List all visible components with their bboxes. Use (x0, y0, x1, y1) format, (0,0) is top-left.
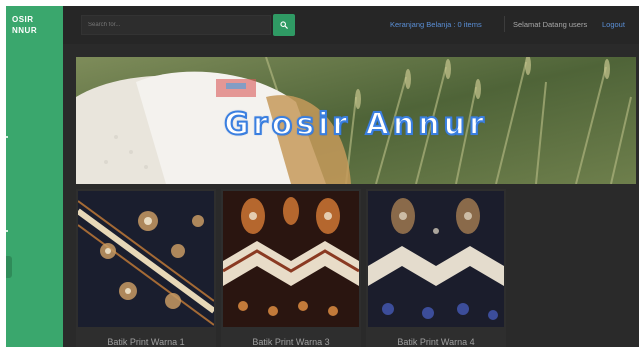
search-input[interactable] (81, 15, 271, 35)
navbar-divider (504, 16, 505, 32)
product-image[interactable] (78, 191, 214, 327)
search-button[interactable] (273, 14, 295, 36)
product-name[interactable]: Batik Print Warna 1 (76, 337, 216, 347)
product-image[interactable] (223, 191, 359, 327)
product-name[interactable]: Batik Print Warna 3 (221, 337, 361, 347)
logout-link[interactable]: Logout (602, 20, 625, 29)
hero-banner: Grosir Annur (76, 57, 636, 184)
banner-title: Grosir Annur (223, 106, 488, 143)
brand-line-1: OSIR (12, 15, 34, 24)
sidebar-marker (6, 230, 8, 232)
product-card[interactable]: Batik Print Warna 3 (221, 189, 361, 347)
sidebar-toggle-handle[interactable] (6, 256, 12, 278)
welcome-text: Selamat Datang users (513, 20, 588, 29)
product-card[interactable]: Batik Print Warna 1 (76, 189, 216, 347)
cart-link[interactable]: Keranjang Belanja : 0 items (390, 20, 482, 29)
search-icon (280, 21, 288, 29)
product-image[interactable] (368, 191, 504, 327)
brand-logo[interactable]: OSIR NNUR (12, 14, 37, 36)
sidebar: OSIR NNUR (6, 6, 63, 347)
top-navbar: Keranjang Belanja : 0 items Selamat Data… (63, 6, 639, 44)
main-content: Keranjang Belanja : 0 items Selamat Data… (63, 6, 639, 347)
brand-line-2: NNUR (12, 26, 38, 35)
product-name[interactable]: Batik Print Warna 4 (366, 337, 506, 347)
app-window: OSIR NNUR Keranjang Belanja : 0 items Se… (0, 0, 639, 347)
sidebar-marker (6, 136, 8, 138)
product-card[interactable]: Batik Print Warna 4 (366, 189, 506, 347)
